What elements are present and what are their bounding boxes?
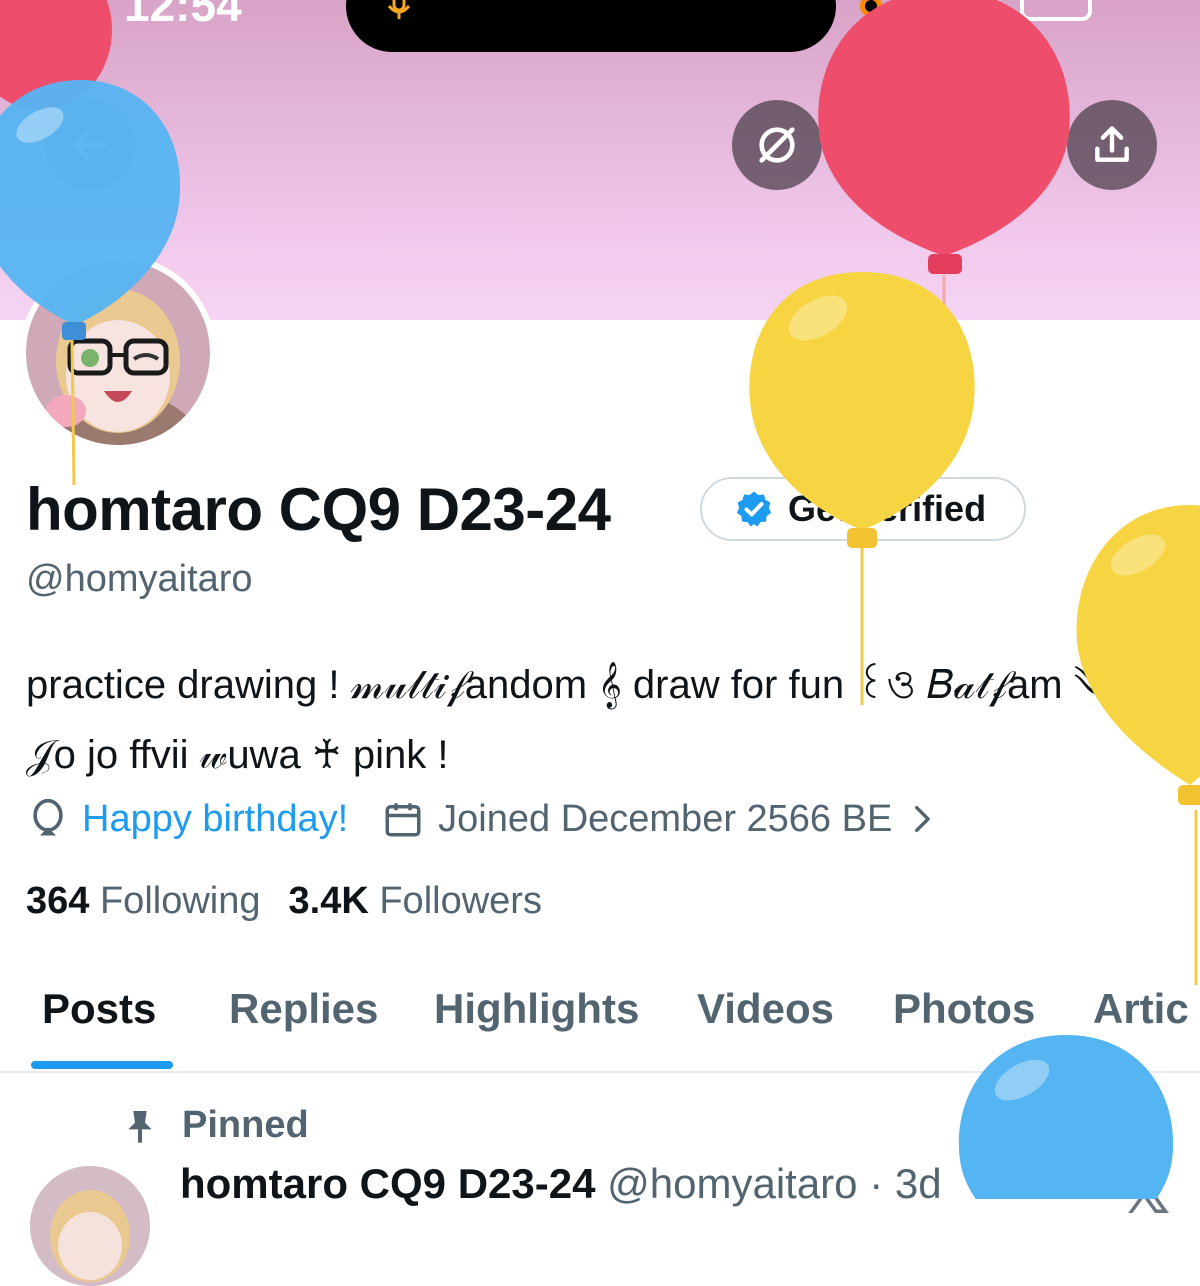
network-label: 5G: [961, 0, 1007, 25]
privacy-indicator-icon: [860, 0, 882, 17]
pinned-indicator: Pinned: [120, 1104, 309, 1147]
pinned-label: Pinned: [182, 1104, 309, 1146]
post-header: homtaro CQ9 D23-24 @homyaitaro · 3d: [180, 1160, 942, 1208]
profile-avatar[interactable]: [20, 255, 216, 451]
post-handle-time: @homyaitaro · 3d: [607, 1160, 942, 1207]
bio-line-2: 𝒥o jo ffvii 𝓌uwa ♰ pink !: [26, 733, 449, 777]
post-author-name[interactable]: homtaro CQ9 D23-24: [180, 1160, 595, 1207]
profile-bio: practice drawing ! 𝓂𝓊𝓁𝓉𝒾𝒻andom 𝄞 draw fo…: [26, 650, 1200, 790]
followers-link[interactable]: 3.4K Followers: [289, 880, 542, 923]
birthday-link[interactable]: Happy birthday!: [82, 798, 348, 841]
follow-stats: 364 Following 3.4K Followers: [26, 880, 542, 923]
edit-button[interactable]: [956, 100, 1046, 190]
status-indicators: 5G: [860, 0, 1093, 26]
tab-photos[interactable]: Photos: [893, 985, 1035, 1033]
tab-highlights[interactable]: Highlights: [434, 985, 639, 1033]
profile-tabs: Posts Replies Highlights Videos Photos A…: [0, 975, 1200, 1073]
active-tab-indicator: [31, 1061, 173, 1069]
tab-posts[interactable]: Posts: [42, 985, 156, 1033]
search-icon: [871, 127, 908, 164]
profile-meta: Happy birthday! Joined December 2566 BE: [26, 797, 938, 841]
arrow-left-icon: [73, 129, 107, 161]
grok-button[interactable]: [732, 100, 822, 190]
chevron-right-icon[interactable]: [904, 802, 938, 836]
dynamic-island: [346, 0, 836, 52]
followers-count: 3.4K: [288, 880, 369, 922]
pin-icon: [128, 1110, 152, 1143]
balloon-icon: [33, 798, 63, 836]
joined-date[interactable]: Joined December 2566 BE: [438, 798, 892, 841]
microphone-icon: [387, 0, 411, 19]
search-button[interactable]: [844, 100, 934, 190]
post-author-avatar[interactable]: [30, 1166, 150, 1286]
tab-videos[interactable]: Videos: [697, 985, 834, 1033]
status-time: 12:54: [124, 0, 242, 31]
share-button[interactable]: [1067, 100, 1157, 190]
grok-icon: [759, 127, 795, 163]
followers-label: Followers: [379, 880, 542, 922]
tab-articles[interactable]: Artic: [1093, 985, 1189, 1033]
signal-icon: [896, 0, 947, 21]
get-verified-label: Get verified: [788, 488, 987, 529]
following-count: 364: [26, 880, 90, 922]
following-link[interactable]: 364 Following: [26, 880, 261, 923]
x-logo-icon: 𝕏: [1122, 1159, 1171, 1226]
tab-replies[interactable]: Replies: [229, 985, 378, 1033]
get-verified-button[interactable]: Get verified: [700, 477, 1026, 541]
back-button[interactable]: [45, 100, 135, 190]
share-icon: [1095, 126, 1129, 162]
profile-display-name: homtaro CQ9 D23-24: [26, 476, 611, 543]
profile-handle: @homyaitaro: [26, 558, 253, 600]
following-label: Following: [99, 880, 261, 922]
edit-icon: [985, 129, 1017, 161]
battery-icon: [1020, 0, 1093, 21]
bio-line-1: practice drawing ! 𝓂𝓊𝓁𝓉𝒾𝒻andom 𝄞 draw fo…: [26, 663, 1112, 707]
calendar-icon: [385, 803, 421, 837]
verified-badge-icon: [736, 491, 772, 527]
avatar-image: [26, 261, 210, 445]
